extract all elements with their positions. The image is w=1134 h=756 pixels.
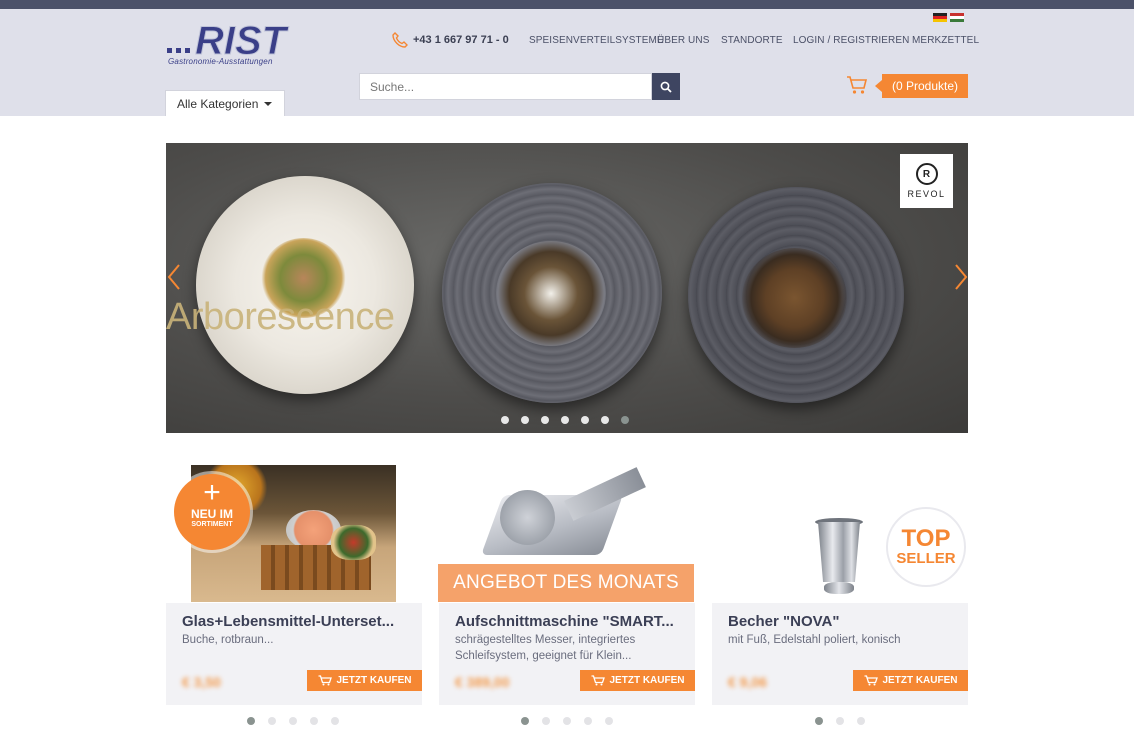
carousel-dot-active[interactable] [815, 717, 823, 725]
top-strip [0, 0, 1134, 9]
product-carousel-dots [521, 717, 613, 725]
phone-contact[interactable]: +43 1 667 97 71 - 0 [392, 32, 509, 48]
carousel-dot[interactable] [857, 717, 865, 725]
cup-foot [824, 582, 854, 594]
plus-icon: + [203, 476, 221, 509]
cart-icon [318, 675, 332, 686]
buy-now-button[interactable]: JETZT KAUFEN [307, 670, 422, 691]
carousel-dot[interactable] [310, 717, 318, 725]
product-card[interactable]: Glas+Lebensmittel-Unterset... Buche, rot… [166, 603, 422, 705]
hero-dot[interactable] [601, 416, 609, 424]
badge-new-in-range: + NEU IM SORTIMENT [174, 474, 250, 550]
carousel-dot[interactable] [289, 717, 297, 725]
slicer-blade [500, 490, 555, 545]
hero-dot[interactable] [541, 416, 549, 424]
product-card[interactable]: Aufschnittmaschine "SMART... schrägestel… [439, 603, 695, 705]
cart-icon [864, 675, 878, 686]
slider-prev-arrow-icon[interactable] [167, 263, 181, 291]
product-card[interactable]: Becher "NOVA" mit Fuß, Edelstahl poliert… [712, 603, 968, 705]
product-image-slicer[interactable] [470, 465, 660, 565]
search-icon [660, 81, 672, 93]
nav-speisenverteilsysteme[interactable]: SPEISENVERTEILSYSTEME [529, 35, 664, 46]
buy-now-button[interactable]: JETZT KAUFEN [853, 670, 968, 691]
search-button[interactable] [652, 73, 680, 100]
product-title[interactable]: Glas+Lebensmittel-Unterset... [182, 613, 412, 630]
product-description: schrägestelltes Messer, integriertes Sch… [455, 634, 636, 662]
carousel-dot[interactable] [605, 717, 613, 725]
phone-icon [392, 32, 408, 48]
cart-count-badge[interactable]: (0 Produkte) [875, 74, 968, 98]
product-title[interactable]: Becher "NOVA" [728, 613, 958, 630]
product-carousel-dots [247, 717, 339, 725]
product-price: € 389,00 [455, 674, 510, 690]
brand-logo-revol: R REVOL [900, 154, 953, 208]
carousel-dot[interactable] [836, 717, 844, 725]
hero-pagination [501, 416, 629, 424]
product-title[interactable]: Aufschnittmaschine "SMART... [455, 613, 685, 630]
buy-now-button[interactable]: JETZT KAUFEN [580, 670, 695, 691]
product-price: € 9,06 [728, 674, 767, 690]
slider-next-arrow-icon[interactable] [954, 263, 968, 291]
carousel-dot-active[interactable] [521, 717, 529, 725]
carousel-dot[interactable] [584, 717, 592, 725]
product-image-bruschetta [331, 525, 376, 560]
carousel-dot[interactable] [542, 717, 550, 725]
search-input[interactable]: Suche... [359, 73, 652, 100]
badge-new-line2: SORTIMENT [191, 521, 233, 528]
hero-dot[interactable] [581, 416, 589, 424]
hero-dot[interactable] [561, 416, 569, 424]
site-logo[interactable]: RIST [165, 18, 311, 76]
product-description: Buche, rotbraun... [182, 634, 274, 646]
hero-dot[interactable] [501, 416, 509, 424]
badge-top-seller: TOP SELLER [886, 507, 966, 587]
language-switcher [933, 13, 964, 22]
nav-ueber-uns[interactable]: ÜBER UNS [657, 35, 709, 46]
cart-label: (0 Produkte) [891, 79, 959, 93]
brand-name: REVOL [907, 189, 946, 199]
hero-food-2 [496, 241, 606, 346]
logo-text: RIST [195, 19, 290, 62]
buy-now-label: JETZT KAUFEN [336, 675, 412, 686]
brand-mark: R [915, 163, 938, 185]
product-image-cup[interactable] [815, 518, 863, 596]
category-dropdown[interactable]: Alle Kategorien [165, 90, 285, 116]
flag-hu-icon[interactable] [950, 13, 964, 22]
cart-icon[interactable] [846, 75, 868, 100]
nav-standorte[interactable]: STANDORTE [721, 35, 783, 46]
category-label: Alle Kategorien [177, 96, 259, 111]
hero-dot[interactable] [521, 416, 529, 424]
cup-body [818, 522, 860, 582]
product-description: mit Fuß, Edelstahl poliert, konisch [728, 634, 901, 646]
hero-food-3 [742, 248, 847, 348]
product-carousel-dots [815, 717, 865, 725]
cart-icon [591, 675, 605, 686]
hero-dot-active[interactable] [621, 416, 629, 424]
carousel-dot[interactable] [331, 717, 339, 725]
nav-login[interactable]: LOGIN / REGISTRIEREN [793, 35, 909, 46]
phone-number: +43 1 667 97 71 - 0 [413, 34, 509, 46]
badge-top-line1: TOP [901, 525, 951, 552]
carousel-dot[interactable] [563, 717, 571, 725]
buy-now-label: JETZT KAUFEN [609, 675, 685, 686]
hero-slider[interactable] [166, 143, 968, 433]
hero-caption: Arborescence [166, 296, 395, 338]
carousel-dot-active[interactable] [247, 717, 255, 725]
buy-now-label: JETZT KAUFEN [882, 675, 958, 686]
product-price: € 3,50 [182, 674, 221, 690]
caret-down-icon [264, 101, 273, 106]
badge-new-line1: NEU IM [191, 507, 233, 521]
logo-subtitle: Gastronomie-Ausstattungen [168, 57, 273, 66]
carousel-dot[interactable] [268, 717, 276, 725]
offer-of-the-month-banner: ANGEBOT DES MONATS [438, 564, 694, 602]
nav-merkzettel[interactable]: MERKZETTEL [912, 35, 979, 46]
flag-de-icon[interactable] [933, 13, 947, 22]
badge-top-line2: SELLER [896, 550, 956, 567]
